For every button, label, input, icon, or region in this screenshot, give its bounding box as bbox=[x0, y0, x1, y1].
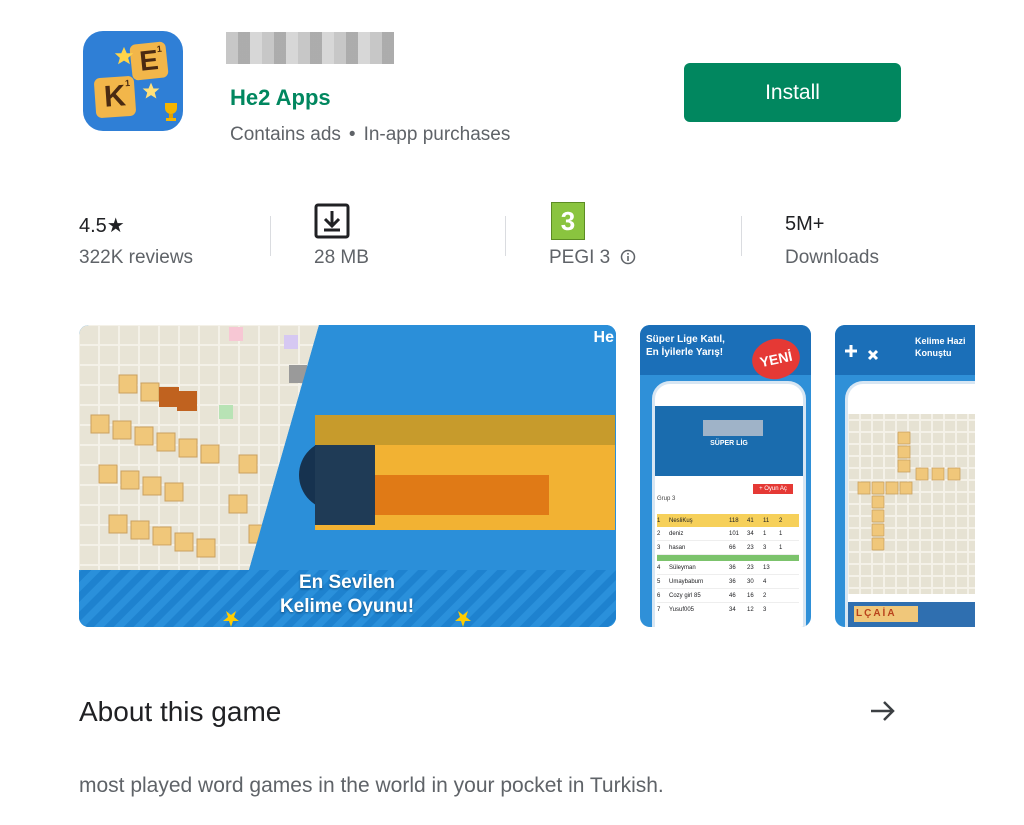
star-icon bbox=[142, 82, 160, 99]
app-title-blurred bbox=[226, 32, 394, 64]
banner-line-2: Konuştu bbox=[915, 348, 952, 358]
size-label: 28 MB bbox=[314, 247, 369, 268]
app-description: most played word games in the world in y… bbox=[79, 774, 664, 797]
install-button[interactable]: Install bbox=[684, 63, 901, 122]
download-icon bbox=[314, 203, 350, 239]
icon-letter-sub: 1 bbox=[156, 43, 163, 55]
board-art bbox=[848, 414, 975, 627]
caption-line-2: Kelime Oyunu! bbox=[279, 596, 415, 617]
icon-tile-k: K 1 bbox=[93, 75, 137, 119]
trophy-icon bbox=[165, 103, 177, 121]
banner-line-1: Süper Lige Katıl, bbox=[646, 334, 725, 345]
screenshot-3-banner: Kelime Hazi Konuştu bbox=[915, 335, 966, 359]
table-row: 3 hasan 66 23 3 1 bbox=[657, 541, 799, 555]
pegi-text: PEGI 3 bbox=[549, 247, 611, 268]
screenshot-2-banner: Süper Lige Katıl, En İyilerle Yarış! bbox=[646, 333, 725, 359]
screenshot-1[interactable]: En Sevilen Kelime Oyunu! He bbox=[79, 325, 616, 627]
table-row: 7 Yusuf005 34 12 3 bbox=[657, 606, 767, 613]
screenshot-3[interactable]: Kelime Hazi Konuştu LÇAİA bbox=[835, 325, 975, 627]
downloads-value: 5M+ bbox=[785, 213, 825, 235]
info-icon[interactable] bbox=[620, 249, 636, 265]
screenshot-1-caption: En Sevilen Kelime Oyunu! bbox=[247, 571, 447, 619]
group-label: Grup 3 bbox=[657, 496, 676, 502]
screen-title: SÜPER LİG bbox=[710, 440, 748, 447]
star-icon bbox=[114, 46, 134, 65]
banner-line-1: Kelime Hazi bbox=[915, 336, 966, 346]
table-row: 5 Umaybaburn 36 30 4 bbox=[657, 575, 799, 589]
icon-letter-sub: 1 bbox=[124, 77, 131, 89]
blurred-title bbox=[703, 420, 763, 436]
pegi-label[interactable]: PEGI 3 bbox=[549, 247, 636, 269]
app-icon: E 1 K 1 bbox=[83, 31, 183, 131]
developer-link[interactable]: He2 Apps bbox=[230, 85, 331, 111]
table-row: 2 deniz 101 34 1 1 bbox=[657, 527, 799, 541]
icon-letter: K bbox=[102, 79, 127, 114]
sparkle-icon bbox=[845, 345, 879, 361]
ads-info: Contains ads • In-app purchases bbox=[230, 124, 510, 146]
reviews-count[interactable]: 322K reviews bbox=[79, 247, 193, 269]
stat-divider bbox=[741, 216, 742, 256]
about-title[interactable]: About this game bbox=[79, 696, 281, 728]
table-row: 1 NesliKuş 118 41 11 2 bbox=[657, 514, 799, 527]
phone-frame: LÇAİA bbox=[845, 381, 975, 627]
rack-word: LÇAİA bbox=[856, 608, 897, 619]
pegi-badge: 3 bbox=[551, 202, 585, 240]
screenshot-2[interactable]: Süper Lige Katıl, En İyilerle Yarış! YEN… bbox=[640, 325, 811, 627]
contains-ads-label: Contains ads bbox=[230, 124, 341, 145]
rating-value: 4.5★ bbox=[79, 215, 125, 237]
phone-frame: SÜPER LİG + Oyun Aç Grup 3 1 NesliKuş 118 4… bbox=[652, 381, 806, 627]
icon-tile-e: E 1 bbox=[129, 41, 169, 81]
banner-line-2: En İyilerle Yarış! bbox=[646, 347, 724, 358]
in-app-purchases-label: In-app purchases bbox=[363, 124, 511, 145]
downloads-label: Downloads bbox=[785, 247, 879, 268]
league-table: 1 NesliKuş 118 41 11 2 2 deniz 101 34 1 1 3 hasan 66… bbox=[657, 514, 799, 616]
open-game-button: + Oyun Aç bbox=[753, 484, 793, 494]
stat-divider bbox=[270, 216, 271, 256]
screenshot-1-corner: He bbox=[593, 329, 614, 346]
pegi-badge-number: 3 bbox=[560, 205, 576, 236]
stat-divider bbox=[505, 216, 506, 256]
table-row: 4 Süleyman 36 23 13 bbox=[657, 561, 799, 575]
caption-line-1: En Sevilen bbox=[298, 572, 396, 593]
separator-dot: • bbox=[348, 124, 356, 145]
table-row: 6 Cozy girl 85 46 16 2 bbox=[657, 589, 799, 603]
arrow-right-icon[interactable] bbox=[868, 696, 898, 726]
